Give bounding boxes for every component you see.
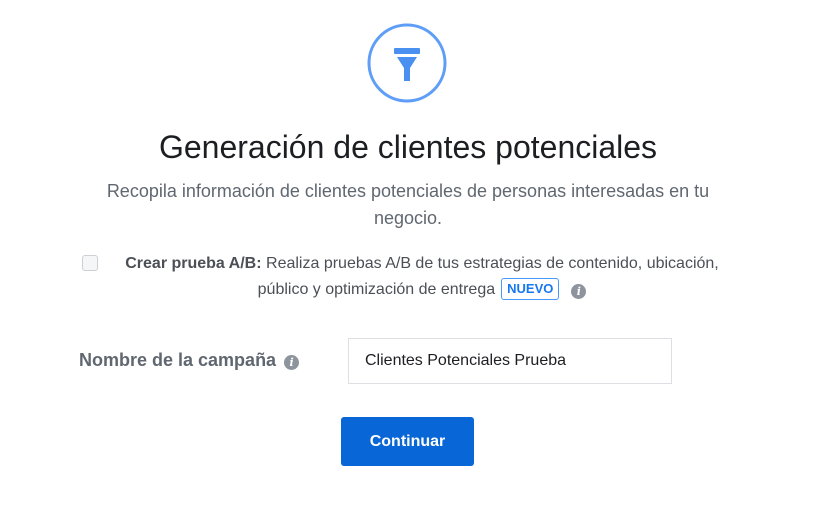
ab-test-text: Realiza pruebas A/B de tus estrategias d… [257, 255, 719, 298]
campaign-name-label-text: Nombre de la campaña [79, 350, 277, 370]
info-icon[interactable]: i [284, 355, 300, 370]
campaign-name-input[interactable] [348, 338, 672, 384]
funnel-icon [367, 23, 447, 103]
ab-test-label[interactable]: Crear prueba A/B: [125, 255, 261, 272]
ab-test-checkbox[interactable] [82, 255, 98, 271]
new-badge: NUEVO [501, 278, 560, 300]
objective-title: Generación de clientes potenciales [158, 129, 658, 165]
info-icon[interactable]: i [571, 284, 587, 299]
campaign-name-label: Nombre de la campaña i [79, 348, 300, 372]
campaign-objective-panel: Generación de clientes potenciales Recop… [0, 0, 816, 509]
continue-button[interactable]: Continuar [341, 417, 474, 466]
objective-description: Recopila información de clientes potenci… [106, 181, 710, 228]
ab-test-description: Crear prueba A/B: Realiza pruebas A/B de… [108, 251, 736, 303]
